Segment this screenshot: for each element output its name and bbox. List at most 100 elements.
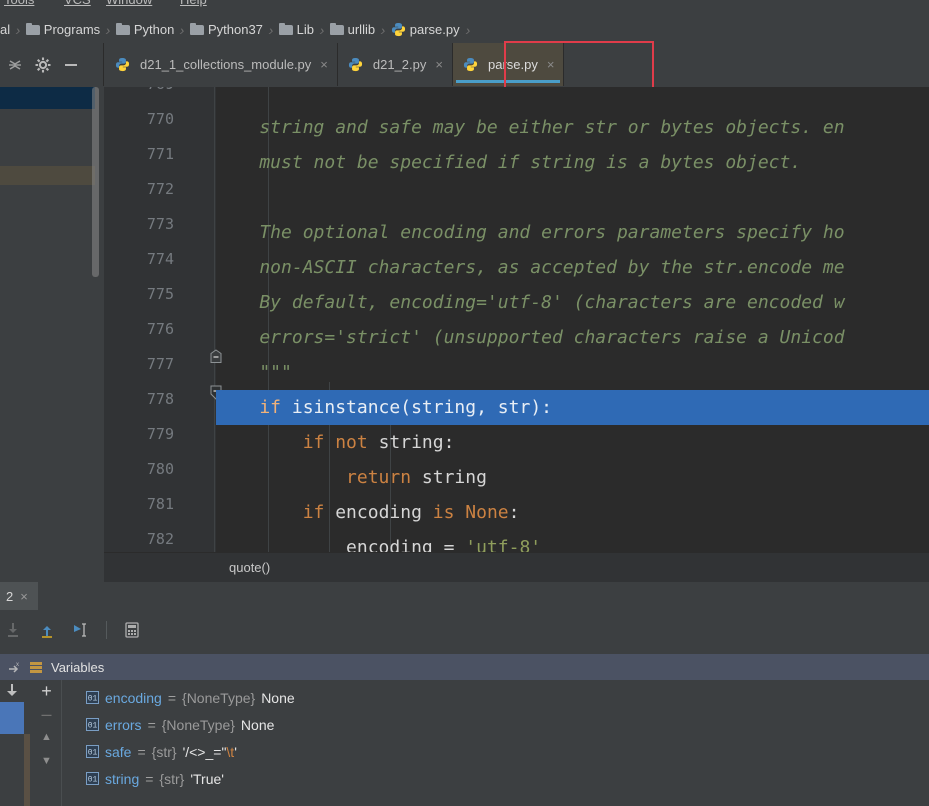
variable-icon: 01	[86, 772, 99, 785]
line-number: 771	[146, 145, 174, 163]
breadcrumb-separator: ›	[463, 21, 473, 38]
editor-tabs: d21_1_collections_module.py × d21_2.py ×	[105, 43, 565, 86]
variable-name: safe	[105, 743, 132, 760]
menu-item-help[interactable]: Help	[180, 0, 207, 7]
panel-selected-row[interactable]	[0, 87, 95, 109]
breadcrumb-label: parse.py	[409, 22, 460, 37]
breadcrumb-item-parse-py[interactable]: parse.py ›	[391, 22, 476, 38]
run-to-cursor-icon[interactable]	[72, 621, 90, 639]
breadcrumb-item-python[interactable]: Python ›	[115, 22, 190, 38]
variables-icon	[29, 660, 43, 674]
folder-icon	[278, 23, 293, 35]
variable-row-encoding[interactable]: 01 encoding = {NoneType} None	[72, 684, 929, 711]
scroll-down-icon[interactable]	[3, 682, 21, 700]
breadcrumb-label: al	[0, 22, 11, 37]
line-number: 781	[146, 495, 174, 513]
panel-scrollbar[interactable]	[92, 87, 99, 277]
code-line[interactable]: if encoding is None:	[216, 495, 929, 530]
close-icon[interactable]: ×	[20, 589, 28, 604]
tab-parse-py[interactable]: parse.py ×	[452, 43, 565, 86]
gear-icon[interactable]	[34, 56, 52, 74]
docstring-end-quotes: """	[216, 362, 292, 383]
variables-scrollbar[interactable]	[24, 734, 30, 806]
fold-guide-line	[214, 87, 215, 552]
code-line[interactable]: errors='strict' (unsupported characters …	[216, 320, 929, 355]
tab-close-icon[interactable]: ×	[435, 57, 443, 72]
folder-icon	[25, 23, 40, 35]
line-number: 777	[146, 355, 174, 373]
code-line[interactable]: string and safe may be either str or byt…	[216, 110, 929, 145]
line-number: 776	[146, 320, 174, 338]
evaluate-expression-icon[interactable]	[123, 621, 141, 639]
identifier-token: string	[411, 397, 477, 418]
debug-session-tab-2[interactable]: 2 ×	[0, 582, 38, 610]
code-line[interactable]: return string	[216, 460, 929, 495]
add-watch-icon[interactable]: +	[41, 682, 52, 700]
panel-modified-row[interactable]	[0, 166, 95, 185]
step-out-icon[interactable]	[4, 621, 22, 639]
pycharm-window: Tools VCS Window Help al › Programs › Py…	[0, 0, 929, 806]
frame-selected-indicator[interactable]	[0, 702, 24, 734]
menu-item-window[interactable]: Window	[106, 0, 152, 7]
code-line[interactable]: must not be specified if string is a byt…	[216, 145, 929, 180]
menu-item-vcs[interactable]: VCS	[64, 0, 91, 7]
variable-value: None	[240, 716, 275, 733]
docstring-text: The optional encoding and errors paramet…	[216, 222, 845, 243]
line-number: 774	[146, 250, 174, 268]
breadcrumb-item-lib[interactable]: Lib ›	[278, 22, 330, 38]
editor-gutter[interactable]: 769 770 771 772 773 774 775 776 777 778 …	[104, 87, 222, 552]
builtin-token: str	[497, 397, 531, 418]
move-down-icon[interactable]: ▼	[41, 754, 52, 768]
code-line[interactable]: non-ASCII characters, as accepted by the…	[216, 250, 929, 285]
hide-panel-icon[interactable]	[62, 56, 80, 74]
variable-equals: =	[147, 716, 156, 733]
variable-type: {str}	[151, 743, 177, 760]
editor-context-breadcrumb[interactable]: quote()	[104, 552, 929, 582]
variable-row-safe[interactable]: 01 safe = {str} '/<>_=" \t '	[72, 738, 929, 765]
code-line[interactable]	[216, 180, 929, 215]
debug-session-tabs: 2 ×	[0, 582, 929, 610]
variable-row-string[interactable]: 01 string = {str} 'True'	[72, 765, 929, 792]
tab-close-icon[interactable]: ×	[547, 57, 555, 72]
editor-tab-bar: d21_1_collections_module.py × d21_2.py ×	[0, 43, 929, 88]
code-line[interactable]: By default, encoding='utf-8' (characters…	[216, 285, 929, 320]
tab-label: d21_2.py	[372, 57, 427, 72]
code-line[interactable]: if not string:	[216, 425, 929, 460]
tab-d21-1-collections-module[interactable]: d21_1_collections_module.py ×	[105, 43, 338, 86]
jump-to-source-icon[interactable]: x	[7, 660, 21, 674]
line-number: 770	[146, 110, 174, 128]
code-line[interactable]: encoding = 'utf-8'	[216, 530, 929, 552]
folder-icon	[189, 23, 204, 35]
svg-text:01: 01	[88, 749, 98, 758]
context-function-label: quote()	[229, 560, 271, 575]
docstring-text: must not be specified if string is a byt…	[216, 152, 802, 173]
builtin-token: isinstance	[291, 397, 401, 418]
code-line-execution-point[interactable]: if isinstance(string, str):	[216, 390, 929, 425]
breadcrumb-item-python37[interactable]: Python37 ›	[189, 22, 279, 38]
breadcrumb-label: Programs	[43, 22, 101, 37]
code-line[interactable]	[216, 87, 929, 110]
breadcrumb-label: Python37	[207, 22, 263, 37]
punctuation-token: ,	[476, 397, 498, 418]
breadcrumb-separator: ›	[379, 21, 388, 38]
breadcrumb-item-programs[interactable]: Programs ›	[25, 22, 116, 38]
menu-item-tools[interactable]: Tools	[4, 0, 34, 7]
collapse-all-icon[interactable]	[6, 56, 24, 74]
breadcrumb-item-urllib[interactable]: urllib ›	[329, 21, 391, 38]
code-text-area[interactable]: string and safe may be either str or byt…	[216, 87, 929, 552]
breadcrumb-separator: ›	[14, 21, 23, 38]
step-up-icon[interactable]	[38, 621, 56, 639]
code-line[interactable]: The optional encoding and errors paramet…	[216, 215, 929, 250]
variable-equals: =	[145, 770, 154, 787]
code-line[interactable]: """	[216, 355, 929, 390]
variable-icon: 01	[86, 718, 99, 731]
code-editor[interactable]: 769 770 771 772 773 774 775 776 777 778 …	[104, 87, 929, 552]
tab-close-icon[interactable]: ×	[320, 57, 328, 72]
svg-text:01: 01	[88, 722, 98, 731]
tab-d21-2[interactable]: d21_2.py ×	[338, 43, 453, 86]
variable-row-errors[interactable]: 01 errors = {NoneType} None	[72, 711, 929, 738]
remove-watch-icon[interactable]: –	[41, 705, 51, 723]
folder-icon	[329, 23, 344, 35]
move-up-icon[interactable]: ▲	[41, 730, 52, 744]
breadcrumb-item-truncated[interactable]: al ›	[0, 22, 26, 38]
